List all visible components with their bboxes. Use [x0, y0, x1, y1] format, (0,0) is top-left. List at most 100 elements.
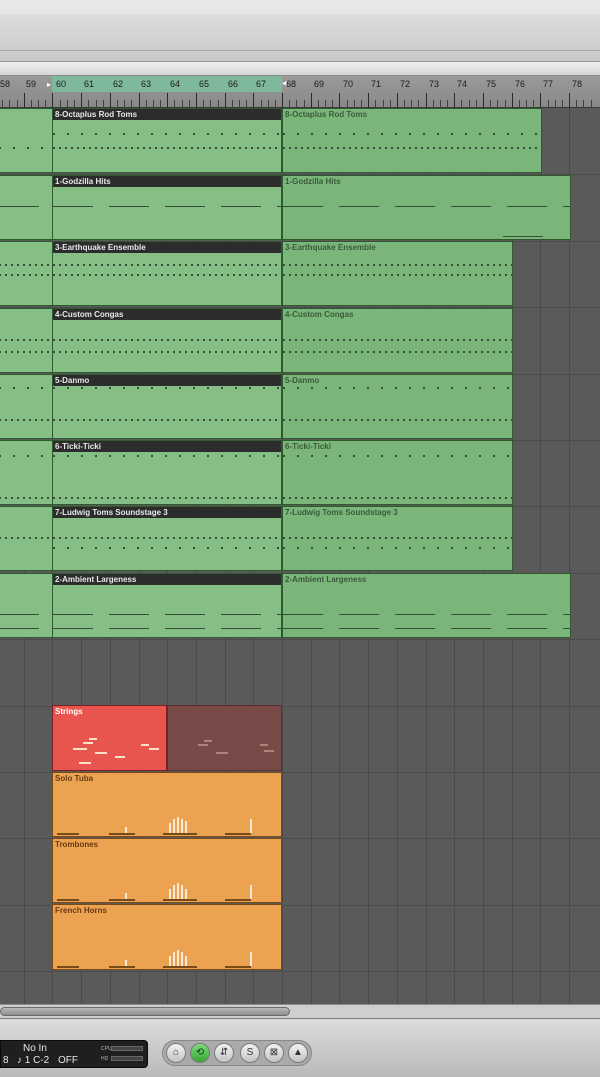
midi-note [198, 744, 208, 746]
settings-icon[interactable]: ⌂ [166, 1043, 186, 1063]
ruler-bar-label: 77 [543, 79, 554, 89]
toolbar-shine [0, 0, 600, 14]
ruler-subtick [246, 100, 248, 108]
region-notes [53, 339, 281, 341]
top-toolbar [0, 0, 600, 62]
region-notes [283, 497, 512, 499]
audio-region-danmo[interactable]: 5-Danmo [52, 374, 282, 439]
audio-region-earthquake-ensemble-loop[interactable]: 3-Earthquake Ensemble [282, 241, 513, 306]
ruler-subtick [411, 100, 413, 108]
midi-region-french-horns[interactable]: French Horns [52, 904, 282, 970]
midi-region-solo-tuba[interactable]: Solo Tuba [52, 772, 282, 837]
audio-region-godzilla-hits[interactable]: 1-Godzilla Hits [52, 175, 282, 240]
region-notes [283, 351, 512, 353]
region-notes [283, 614, 570, 615]
ruler-subtick [389, 100, 391, 108]
audio-region-earthquake-ensemble[interactable]: 3-Earthquake Ensemble [52, 241, 282, 306]
velocity-bar [177, 950, 179, 966]
audio-region[interactable] [0, 241, 53, 306]
midi-note [73, 748, 87, 750]
region-notes [53, 147, 281, 149]
audio-region-octaplus-rod-toms[interactable]: 8-Octaplus Rod Toms [52, 108, 282, 173]
midi-note [163, 899, 197, 901]
ruler-tick [339, 93, 341, 108]
region-name: 7-Ludwig Toms Soundstage 3 [285, 508, 398, 517]
ruler-bar-label: 78 [572, 79, 583, 89]
audio-region[interactable] [0, 506, 53, 571]
arrange-area[interactable]: 8-Octaplus Rod Toms 8-Octaplus Rod Toms … [0, 108, 600, 1004]
audio-region-ticki-ticki[interactable]: 6-Ticki-Ticki [52, 440, 282, 505]
audio-region-ambient-largeness-loop[interactable]: 2-Ambient Largeness [282, 573, 571, 638]
ruler-tick [167, 93, 169, 108]
audio-region-danmo-loop[interactable]: 5-Danmo [282, 374, 513, 439]
sync-icon[interactable]: ⊠ [264, 1043, 284, 1063]
scrollbar-thumb[interactable] [0, 1007, 290, 1016]
velocity-bar [173, 952, 175, 966]
ruler-bar-label: 76 [515, 79, 526, 89]
region-notes [283, 547, 512, 549]
region-notes [53, 264, 281, 266]
region-notes [283, 133, 541, 135]
audio-region[interactable] [0, 108, 53, 173]
ruler-subtick [66, 100, 68, 108]
midi-note [57, 966, 79, 968]
cycle-icon[interactable]: ⟲ [190, 1043, 210, 1063]
region-name: 2-Ambient Largeness [285, 575, 367, 584]
ruler-subtick [375, 100, 377, 108]
solo-icon[interactable]: S [240, 1043, 260, 1063]
audio-region-godzilla-hits-loop[interactable]: 1-Godzilla Hits [282, 175, 571, 240]
velocity-bar [181, 885, 183, 899]
ruler-subtick [461, 100, 463, 108]
audio-region-ludwig-toms-loop[interactable]: 7-Ludwig Toms Soundstage 3 [282, 506, 513, 571]
midi-note [141, 744, 149, 746]
audio-region[interactable] [0, 573, 53, 638]
ruler-tick [253, 93, 255, 108]
region-notes [53, 497, 281, 499]
audio-region-custom-congas-loop[interactable]: 4-Custom Congas [282, 308, 513, 373]
audio-region[interactable] [0, 374, 53, 439]
region-name: 1-Godzilla Hits [285, 177, 341, 186]
ruler-tick [224, 93, 226, 108]
ruler-subtick [203, 100, 205, 108]
audio-region[interactable] [0, 440, 53, 505]
hd-meter [111, 1056, 143, 1061]
ruler-bar-label: 59 [26, 79, 37, 89]
midi-region-strings[interactable]: Strings [52, 705, 167, 771]
ruler-subtick [317, 100, 319, 108]
region-notes [283, 274, 512, 276]
region-notes [0, 455, 52, 457]
region-name: 7-Ludwig Toms Soundstage 3 [53, 507, 281, 518]
ruler-subtick [2, 100, 4, 108]
audio-region-octaplus-rod-toms-loop[interactable]: 8-Octaplus Rod Toms [282, 108, 542, 173]
cycle-start-marker-icon[interactable]: ▸ [47, 80, 51, 89]
metronome-icon[interactable]: ▲ [288, 1043, 308, 1063]
region-name: 6-Ticki-Ticki [285, 442, 331, 451]
ruler-subtick [576, 100, 578, 108]
ruler-subtick [533, 100, 535, 108]
region-notes [0, 206, 52, 207]
midi-note [264, 750, 274, 752]
region-notes [53, 455, 281, 457]
region-name: 5-Danmo [53, 375, 281, 386]
audio-region-ticki-ticki-loop[interactable]: 6-Ticki-Ticki [282, 440, 513, 505]
replace-icon[interactable]: ⇵ [214, 1043, 234, 1063]
horizontal-scrollbar[interactable] [0, 1004, 600, 1018]
region-name: 6-Ticki-Ticki [53, 441, 281, 452]
region-notes [53, 206, 281, 207]
audio-region[interactable] [0, 175, 53, 240]
midi-region-trombones[interactable]: Trombones [52, 838, 282, 903]
region-notes [53, 614, 281, 615]
ruler-bar-label: 69 [314, 79, 325, 89]
audio-region-custom-congas[interactable]: 4-Custom Congas [52, 308, 282, 373]
velocity-bar [181, 952, 183, 966]
audio-region-ludwig-toms[interactable]: 7-Ludwig Toms Soundstage 3 [52, 506, 282, 571]
ruler-subtick [260, 100, 262, 108]
ruler-subtick [16, 100, 18, 108]
audio-region-ambient-largeness[interactable]: 2-Ambient Largeness [52, 573, 282, 638]
velocity-bar [125, 960, 127, 966]
ruler-tick [454, 93, 456, 108]
ruler-subtick [497, 100, 499, 108]
audio-region[interactable] [0, 308, 53, 373]
midi-note [225, 966, 251, 968]
midi-region-strings-loop[interactable] [167, 705, 282, 771]
